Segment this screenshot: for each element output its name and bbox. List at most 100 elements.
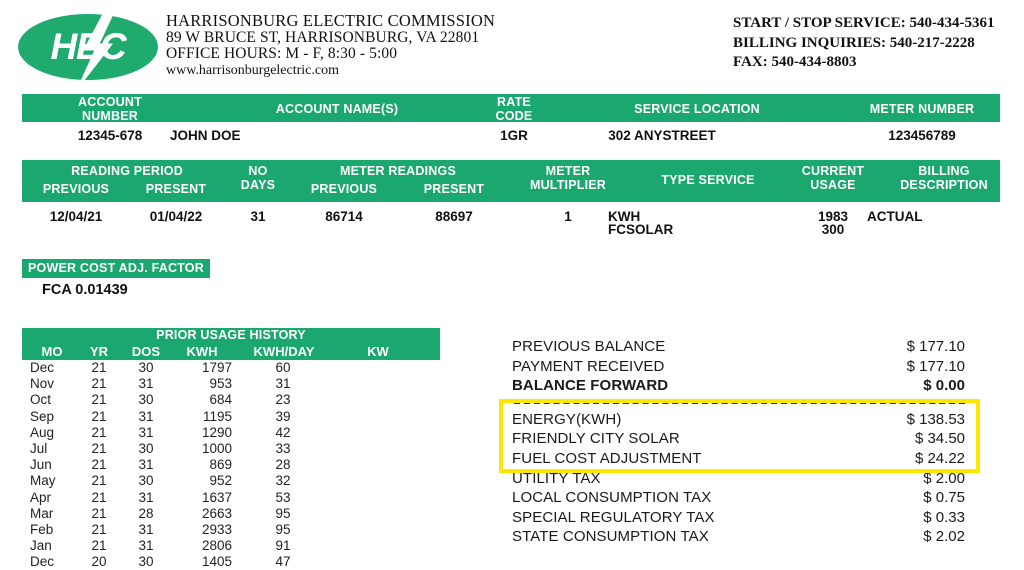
usage-cell-kwh-day: 23 (275, 392, 291, 408)
usage-cell-kwh-day: 31 (275, 376, 291, 392)
usage-cell-mo: Jun (30, 457, 52, 473)
usage-cell-kwh: 953 (209, 376, 232, 392)
usage-cell-kwh-day: 39 (275, 408, 291, 424)
charge-amount: $ 177.10 (906, 357, 965, 375)
usage-cell-dos: 30 (138, 440, 154, 456)
header-account-number: ACCOUNT NUMBER (78, 95, 142, 123)
usage-history-row: Dec 21 30 1797 60 (22, 360, 440, 376)
charge-amount: $ 177.10 (906, 338, 965, 355)
charge-label: FRIENDLY CITY SOLAR (512, 430, 680, 448)
header-rate-code: RATE CODE (495, 95, 533, 123)
header-type-service: TYPE SERVICE (661, 173, 755, 187)
charge-line: SPECIAL REGULATORY TAX $ 0.33 (512, 509, 982, 529)
charge-amount: $ 0.75 (923, 489, 965, 507)
usage-history-row: Jan 21 31 2806 91 (22, 538, 440, 554)
charge-amount: $ 0.33 (923, 508, 965, 526)
charge-label: BALANCE FORWARD (512, 377, 669, 395)
usage-history-row: Jun 21 31 869 28 (22, 457, 440, 473)
usage-cell-kwh: 2933 (201, 521, 232, 537)
usage-history-row: Nov 21 31 953 31 (22, 376, 440, 392)
charge-label: STATE CONSUMPTION TAX (512, 528, 709, 546)
charge-line: UTILITY TAX $ 2.00 (512, 470, 982, 490)
charge-amount: $ 0.00 (923, 377, 965, 395)
usage-cell-yr: 21 (91, 505, 107, 521)
usage-cell-mo: Dec (30, 554, 55, 570)
office-hours: OFFICE HOURS: M - F, 8:30 - 5:00 (166, 45, 398, 63)
usage-cell-yr: 21 (91, 376, 107, 392)
company-name: HARRISONBURG ELECTRIC COMMISSION (166, 11, 496, 30)
charge-line: BALANCE FORWARD $ 0.00 (512, 377, 982, 397)
header-no-days: NO DAYS (240, 164, 276, 192)
usage-cell-kwh-day: 95 (275, 505, 291, 521)
charge-line: ENERGY(KWH) $ 138.53 (512, 411, 982, 431)
reading-table-row: 12/04/21 01/04/22 31 86714 88697 1 KWH F… (22, 202, 1000, 248)
usage-cell-yr: 21 (91, 457, 107, 473)
usage-history-row: Mar 21 28 2663 95 (22, 506, 440, 522)
value-service-location: 302 ANYSTREET (608, 128, 716, 143)
charge-label: ENERGY(KWH) (512, 410, 622, 428)
usage-history-row: Aug 21 31 1290 42 (22, 425, 440, 441)
charge-line: PAYMENT RECEIVED $ 177.10 (512, 358, 982, 378)
usage-cell-dos: 31 (138, 408, 154, 424)
usage-cell-mo: Dec (30, 360, 55, 375)
fax-number: FAX: 540-434-8803 (733, 54, 857, 70)
usage-cell-yr: 21 (91, 473, 107, 489)
usage-cell-yr: 21 (91, 408, 107, 424)
prior-usage-history-table: PRIOR USAGE HISTORY MO YR DOS KWH KWH/DA… (22, 328, 440, 570)
usage-cell-mo: Sep (30, 408, 55, 424)
usage-col-dos: DOS (131, 344, 161, 359)
usage-col-yr: YR (89, 344, 109, 359)
usage-col-mo: MO (41, 344, 63, 359)
power-cost-adj-factor-label: POWER COST ADJ. FACTOR (22, 259, 210, 278)
hec-logo: HEC (18, 10, 158, 89)
value-reading-present-date: 01/04/22 (149, 209, 203, 224)
charge-line: LOCAL CONSUMPTION TAX $ 0.75 (512, 489, 982, 509)
charge-label: UTILITY TAX (512, 469, 601, 487)
charge-label: FUEL COST ADJUSTMENT (512, 449, 702, 467)
usage-cell-kwh: 2663 (201, 505, 232, 521)
header-reading-previous: PREVIOUS (42, 182, 110, 196)
charge-label: LOCAL CONSUMPTION TAX (512, 489, 712, 507)
usage-cell-kwh-day: 47 (275, 554, 291, 570)
value-account-names: JOHN DOE (170, 128, 241, 143)
usage-history-row: Oct 21 30 684 23 (22, 392, 440, 408)
usage-cell-kwh-day: 28 (275, 457, 291, 473)
usage-cell-yr: 21 (91, 521, 107, 537)
usage-cell-yr: 21 (91, 538, 107, 554)
usage-cell-mo: Jan (30, 538, 52, 554)
usage-history-column-headers: MO YR DOS KWH KWH/DAY KW (22, 343, 440, 360)
usage-col-kwh: KWH (186, 344, 218, 359)
usage-cell-yr: 21 (91, 440, 107, 456)
header-meter-readings: METER READINGS (339, 164, 456, 178)
charges-separator (512, 397, 982, 411)
usage-cell-dos: 31 (138, 424, 154, 440)
usage-cell-dos: 30 (138, 473, 154, 489)
bill-header: HEC HARRISONBURG ELECTRIC COMMISSION 89 … (0, 0, 1024, 92)
usage-history-title: PRIOR USAGE HISTORY (22, 328, 440, 343)
account-table: ACCOUNT NUMBER ACCOUNT NAME(S) RATE CODE… (22, 94, 1000, 148)
company-address: 89 W BRUCE ST, HARRISONBURG, VA 22801 (166, 28, 480, 46)
usage-cell-kwh: 869 (209, 457, 232, 473)
charge-line: FUEL COST ADJUSTMENT $ 24.22 (512, 450, 982, 470)
value-current-usage-2: 300 (821, 222, 845, 237)
charges-list: PREVIOUS BALANCE $ 177.10 PAYMENT RECEIVED… (512, 338, 982, 548)
dashed-divider (514, 401, 965, 404)
usage-cell-yr: 21 (91, 424, 107, 440)
account-table-header: ACCOUNT NUMBER ACCOUNT NAME(S) RATE CODE… (22, 94, 1000, 122)
reading-meter-table: READING PERIOD PREVIOUS PRESENT NO DAYS … (22, 160, 1000, 248)
usage-history-row: Apr 21 31 1637 53 (22, 490, 440, 506)
header-meter-present: PRESENT (423, 182, 485, 196)
value-meter-present: 88697 (435, 209, 473, 224)
usage-cell-kwh: 1405 (201, 554, 232, 570)
company-info: HARRISONBURG ELECTRIC COMMISSION 89 W BR… (166, 11, 496, 79)
usage-cell-dos: 31 (138, 457, 154, 473)
charge-amount: $ 2.00 (923, 469, 965, 487)
usage-history-rows: Dec 21 30 1797 60 Nov 21 31 953 31 Oct 21 30 684 23 Sep… (22, 360, 440, 570)
usage-cell-mo: Mar (30, 505, 54, 521)
header-service-location: SERVICE LOCATION (634, 102, 760, 116)
usage-cell-yr: 21 (91, 489, 107, 505)
charge-amount: $ 138.53 (906, 410, 965, 428)
power-cost-adj-factor-value: FCA 0.01439 (42, 282, 128, 298)
usage-history-row: Jul 21 30 1000 33 (22, 441, 440, 457)
usage-cell-kwh-day: 42 (275, 424, 291, 440)
